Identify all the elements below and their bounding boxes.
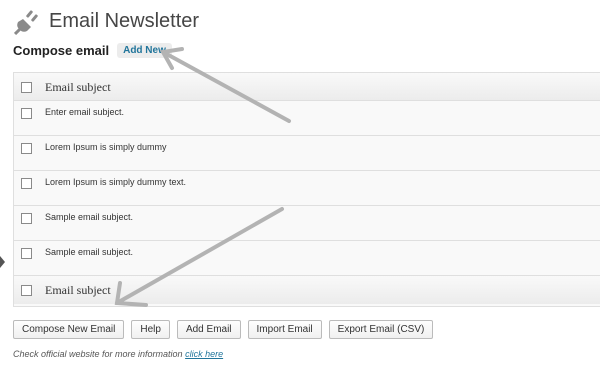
footer-note-text: Check official website for more informat… (13, 349, 183, 359)
export-email-csv-button[interactable]: Export Email (CSV) (328, 320, 434, 339)
add-email-button[interactable]: Add Email (176, 320, 241, 339)
add-new-button[interactable]: Add New (117, 43, 172, 58)
email-table: Email subject Enter email subject. Lorem… (13, 72, 600, 307)
email-subject-cell[interactable]: Sample email subject. (45, 212, 133, 222)
table-row: Lorem Ipsum is simply dummy (14, 136, 600, 171)
row-checkbox[interactable] (21, 178, 32, 189)
action-buttons: Compose New Email Help Add Email Import … (13, 320, 440, 339)
email-subject-cell[interactable]: Lorem Ipsum is simply dummy (45, 142, 167, 152)
row-checkbox[interactable] (21, 213, 32, 224)
row-checkbox[interactable] (21, 248, 32, 259)
import-email-button[interactable]: Import Email (247, 320, 322, 339)
compose-section-header: Compose email Add New (13, 43, 172, 58)
select-all-checkbox-footer[interactable] (21, 285, 32, 296)
column-footer-email-subject[interactable]: Email subject (45, 283, 111, 298)
row-checkbox[interactable] (21, 143, 32, 154)
column-header-email-subject[interactable]: Email subject (45, 80, 111, 95)
table-header-row: Email subject (14, 73, 600, 101)
select-all-checkbox[interactable] (21, 82, 32, 93)
table-row: Sample email subject. (14, 241, 600, 276)
compose-new-email-button[interactable]: Compose New Email (13, 320, 125, 339)
row-checkbox[interactable] (21, 108, 32, 119)
plug-icon (14, 10, 38, 35)
table-row: Lorem Ipsum is simply dummy text. (14, 171, 600, 206)
email-subject-cell[interactable]: Enter email subject. (45, 107, 124, 117)
email-subject-cell[interactable]: Sample email subject. (45, 247, 133, 257)
page-header: Email Newsletter (14, 6, 199, 36)
email-subject-cell[interactable]: Lorem Ipsum is simply dummy text. (45, 177, 186, 187)
help-button[interactable]: Help (131, 320, 170, 339)
table-row: Sample email subject. (14, 206, 600, 241)
table-footer-row: Email subject (14, 276, 600, 304)
click-here-link[interactable]: click here (185, 349, 223, 359)
table-row: Enter email subject. (14, 101, 600, 136)
collapse-menu-arrow-icon[interactable] (0, 256, 5, 268)
section-title: Compose email (13, 43, 110, 58)
footer-note: Check official website for more informat… (13, 349, 223, 359)
page-title: Email Newsletter (49, 9, 200, 32)
